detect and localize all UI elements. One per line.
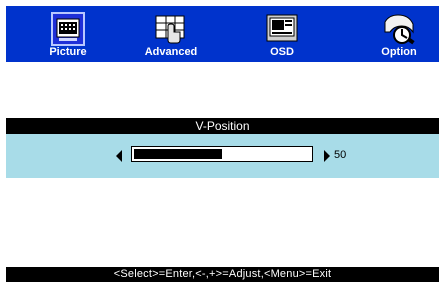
menu-tab-bar: Picture Advanced OSD Option bbox=[6, 6, 439, 62]
slider-fill bbox=[134, 149, 222, 159]
picture-icon bbox=[51, 12, 85, 46]
tab-picture-label: Picture bbox=[49, 46, 87, 58]
setting-title-bar: V-Position bbox=[6, 118, 439, 134]
advanced-icon bbox=[154, 12, 188, 46]
increase-arrow-icon[interactable] bbox=[324, 150, 330, 162]
tab-option[interactable]: Option bbox=[359, 6, 439, 62]
decrease-arrow-icon[interactable] bbox=[116, 150, 122, 162]
tab-option-label: Option bbox=[381, 46, 417, 58]
tab-advanced[interactable]: Advanced bbox=[131, 6, 211, 62]
tab-osd-label: OSD bbox=[270, 46, 294, 58]
osd-icon bbox=[265, 12, 299, 46]
tab-picture[interactable]: Picture bbox=[28, 6, 108, 62]
setting-value: 50 bbox=[334, 149, 347, 161]
option-icon bbox=[382, 12, 416, 46]
footer-help-text: <Select>=Enter,<-,+>=Adjust,<Menu>=Exit bbox=[113, 268, 332, 280]
setting-slider[interactable] bbox=[131, 146, 313, 162]
tab-advanced-label: Advanced bbox=[144, 46, 198, 58]
tab-osd[interactable]: OSD bbox=[242, 6, 322, 62]
setting-title: V-Position bbox=[195, 119, 250, 133]
setting-adjust-row[interactable]: 50 bbox=[6, 134, 439, 178]
osd-menu: Picture Advanced OSD Option V-Position 5… bbox=[0, 0, 445, 282]
footer-help-bar: <Select>=Enter,<-,+>=Adjust,<Menu>=Exit bbox=[6, 267, 439, 282]
